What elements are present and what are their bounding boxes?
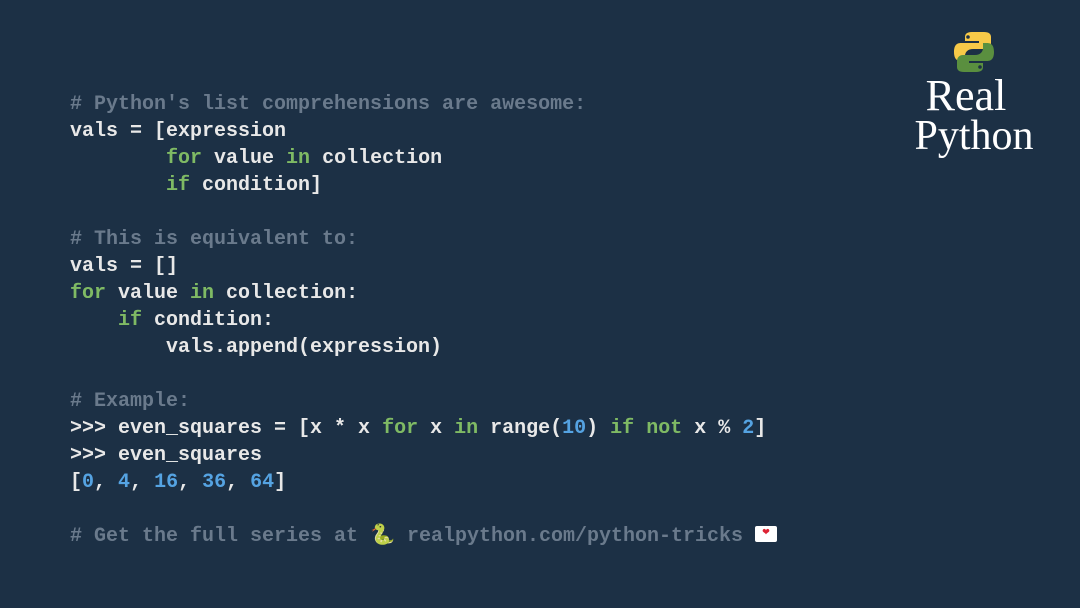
num: 36	[202, 471, 226, 494]
kw-not: not	[646, 417, 682, 440]
code-text: vals = [expression	[70, 120, 286, 143]
comment: # Get the full series at	[70, 525, 370, 548]
real-python-logo: Real Python	[904, 28, 1044, 158]
kw-in: in	[286, 147, 310, 170]
code-snippet: # Python's list comprehensions are aweso…	[70, 64, 1010, 550]
kw-if: if	[166, 174, 190, 197]
code-text: value	[106, 282, 190, 305]
code-text: condition]	[190, 174, 322, 197]
code-text: condition:	[142, 309, 274, 332]
code-text: collection	[310, 147, 442, 170]
comment: # This is equivalent to:	[70, 228, 358, 251]
kw-in: in	[454, 417, 478, 440]
num: 10	[562, 417, 586, 440]
kw-in: in	[190, 282, 214, 305]
pad	[70, 309, 118, 332]
logo-word-python: Python	[914, 119, 1033, 153]
sep: ,	[178, 471, 202, 494]
code-text: )	[586, 417, 610, 440]
code-text: ]	[754, 417, 766, 440]
code-text	[634, 417, 646, 440]
code-text: range(	[478, 417, 562, 440]
comment: realpython.com/python-tricks	[395, 525, 755, 548]
logo-word-real: Real	[926, 78, 1007, 114]
code-text: collection:	[214, 282, 358, 305]
code-text: even_squares	[118, 444, 262, 467]
pad	[70, 147, 166, 170]
kw-for: for	[166, 147, 202, 170]
code-text: value	[202, 147, 286, 170]
comment: # Python's list comprehensions are aweso…	[70, 93, 586, 116]
pad	[70, 174, 166, 197]
code-text: vals = []	[70, 255, 178, 278]
repl-prompt: >>>	[70, 417, 118, 440]
num: 2	[742, 417, 754, 440]
snake-icon: 🐍	[370, 525, 395, 548]
code-text: x %	[682, 417, 742, 440]
num: 64	[250, 471, 274, 494]
comment: # Example:	[70, 390, 190, 413]
num: 16	[154, 471, 178, 494]
bracket: [	[70, 471, 82, 494]
kw-if: if	[118, 309, 142, 332]
kw-if: if	[610, 417, 634, 440]
code-text: even_squares = [x * x	[118, 417, 382, 440]
code-text: x	[418, 417, 454, 440]
love-letter-icon	[755, 526, 777, 542]
kw-for: for	[70, 282, 106, 305]
num: 4	[118, 471, 130, 494]
num: 0	[82, 471, 94, 494]
kw-for: for	[382, 417, 418, 440]
repl-prompt: >>>	[70, 444, 118, 467]
code-text: vals.append(expression)	[70, 336, 442, 359]
sep: ,	[226, 471, 250, 494]
python-icon	[950, 28, 998, 76]
bracket: ]	[274, 471, 286, 494]
sep: ,	[130, 471, 154, 494]
sep: ,	[94, 471, 118, 494]
